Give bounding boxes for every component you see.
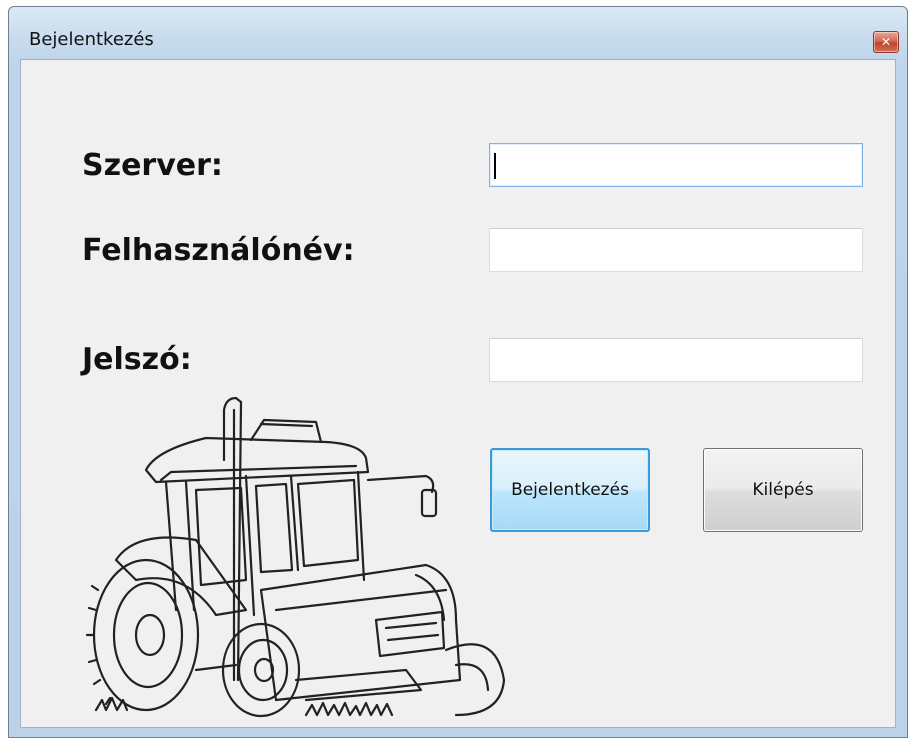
server-label: Szerver: (82, 148, 223, 183)
close-icon: ✕ (880, 35, 892, 49)
login-window: Bejelentkezés ✕ Szerver: Felhasználónév:… (8, 6, 908, 738)
client-area: Szerver: Felhasználónév: Jelszó: Bejelen… (20, 59, 896, 728)
exit-button-label: Kilépés (752, 480, 814, 500)
title-bar[interactable]: Bejelentkezés ✕ (9, 7, 907, 59)
password-label: Jelszó: (82, 342, 192, 377)
password-input[interactable] (489, 338, 863, 382)
tractor-illustration (85, 396, 506, 718)
username-label: Felhasználónév: (82, 233, 355, 268)
login-button-label: Bejelentkezés (511, 480, 629, 500)
username-input[interactable] (489, 228, 863, 272)
close-button[interactable]: ✕ (873, 31, 899, 53)
server-input[interactable] (489, 143, 863, 187)
exit-button[interactable]: Kilépés (703, 448, 863, 532)
window-title: Bejelentkezés (29, 29, 154, 50)
text-caret (494, 153, 496, 179)
